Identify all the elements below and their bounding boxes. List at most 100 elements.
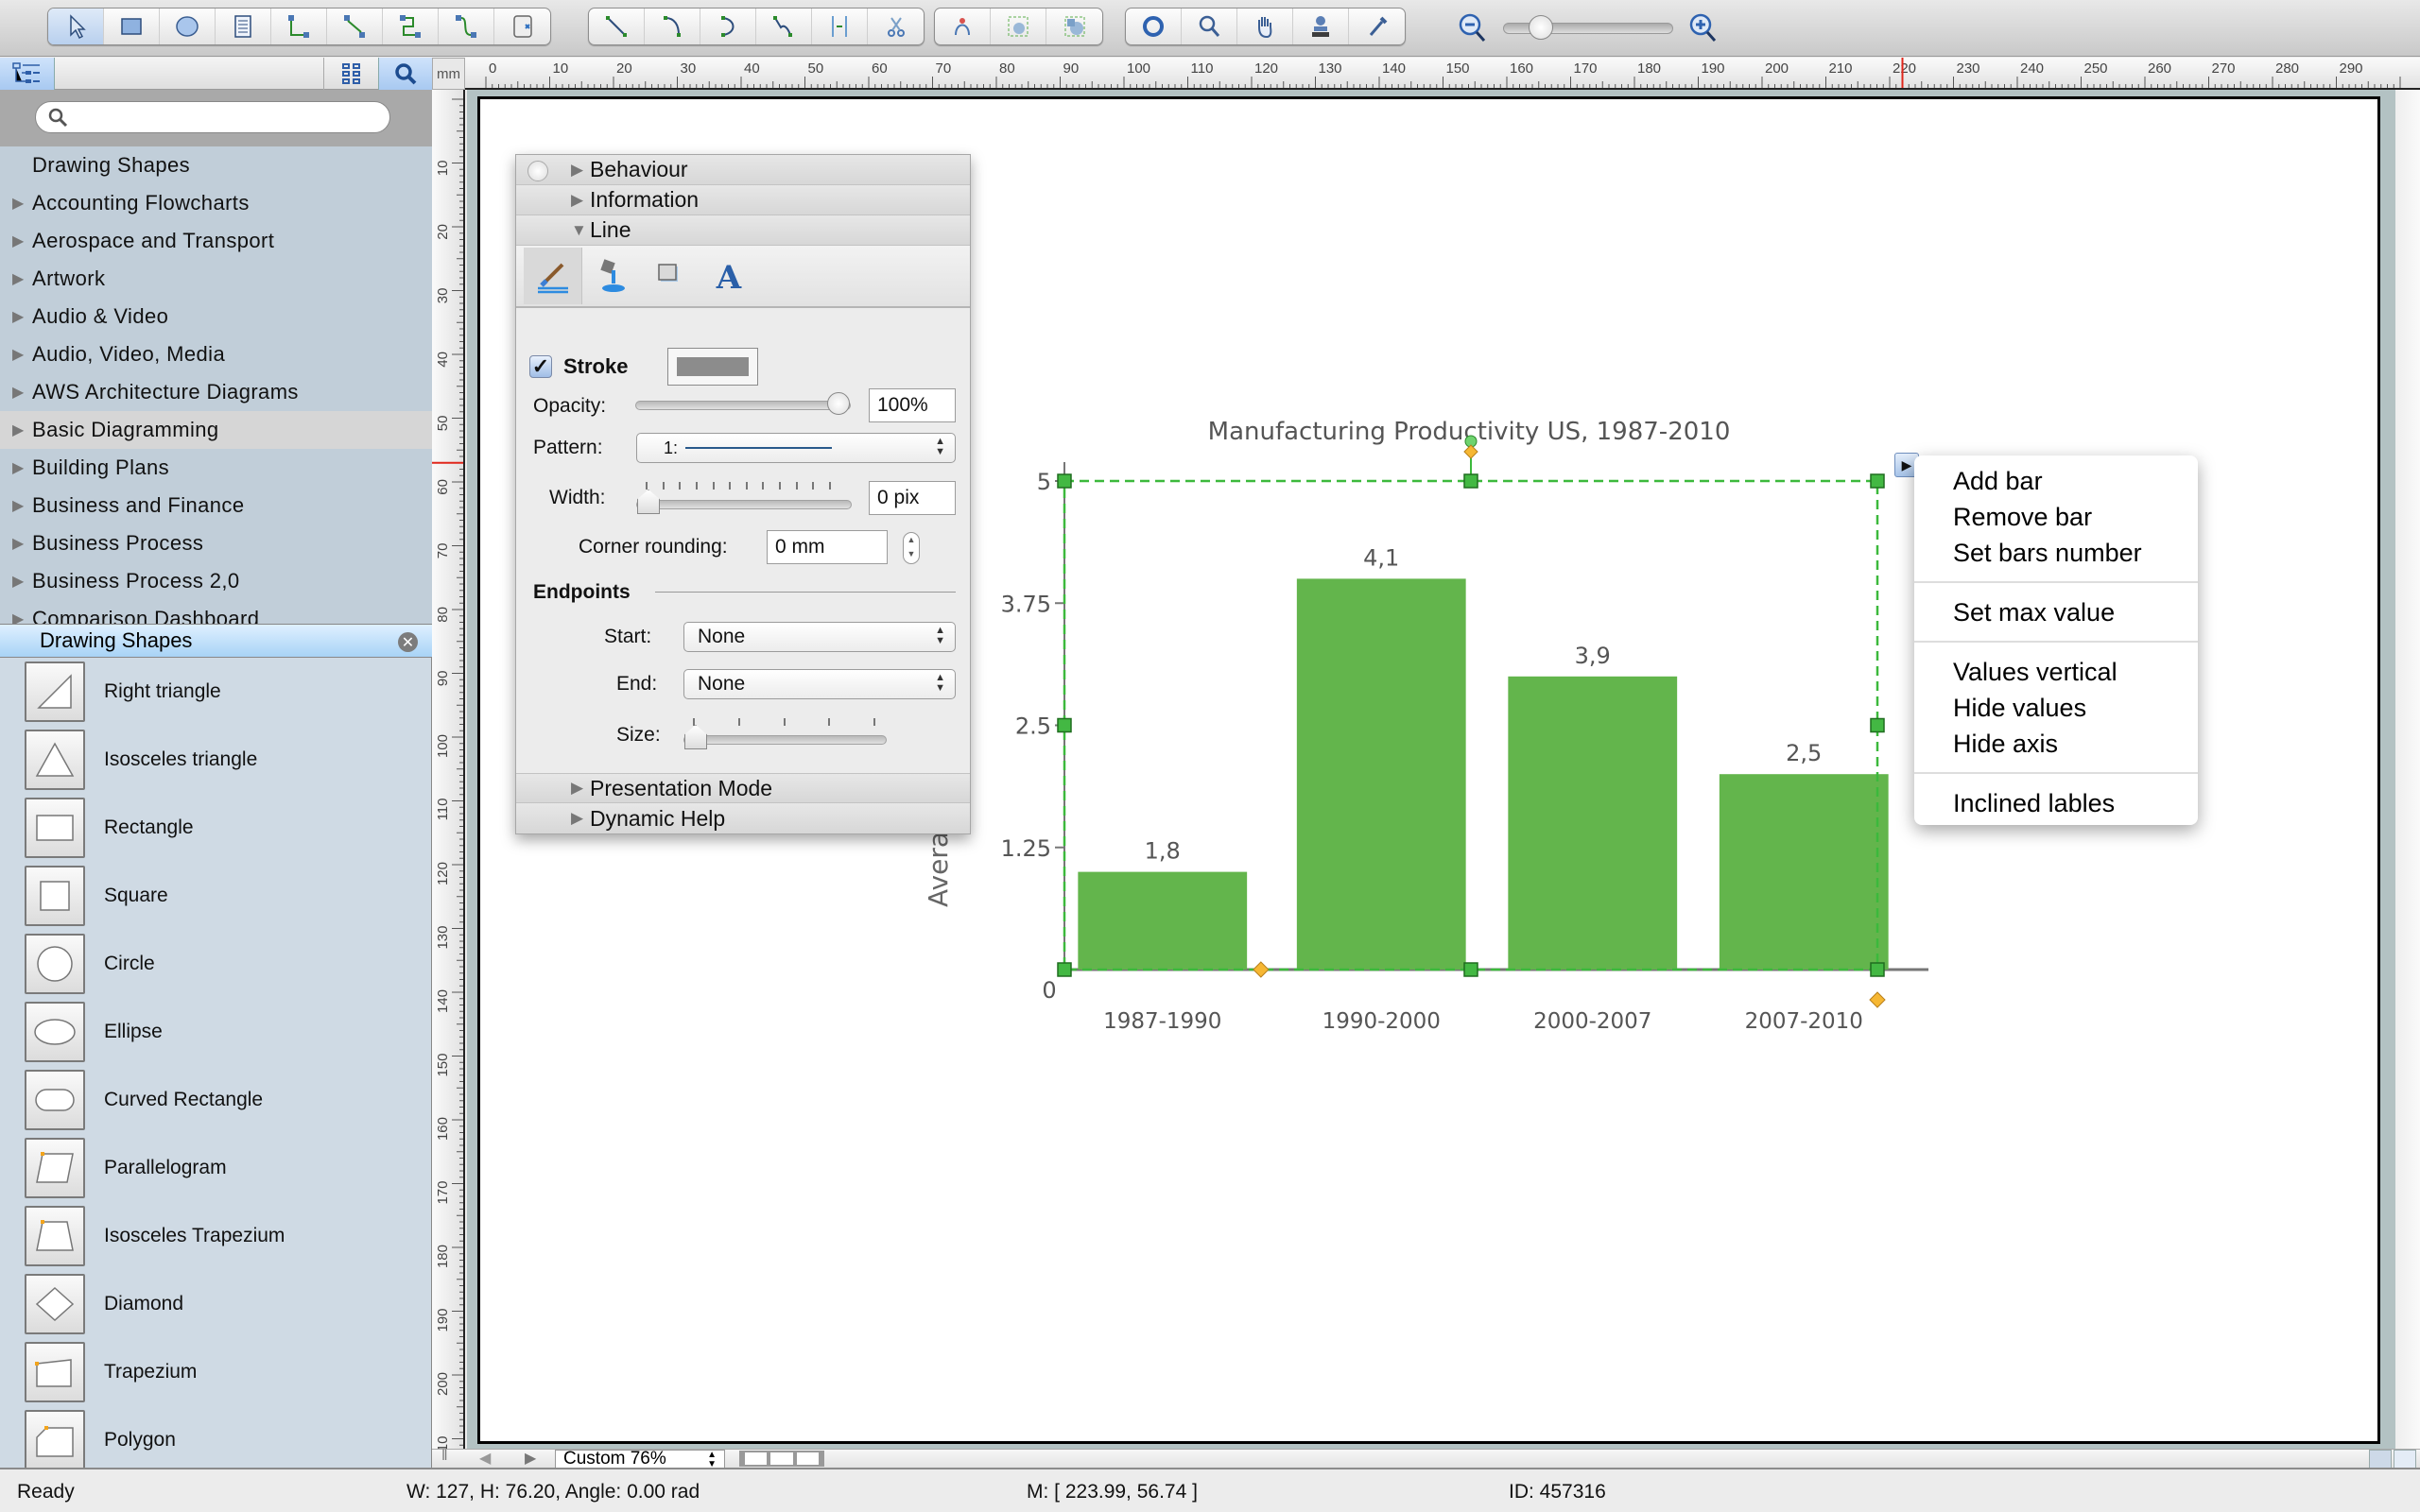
end-endpoint-select[interactable]: None ▲ ▼ bbox=[683, 669, 956, 699]
isosceles-triangle-thumbnail[interactable] bbox=[25, 730, 85, 790]
shape-item[interactable]: Circle bbox=[0, 930, 431, 998]
zoom-in-button[interactable] bbox=[1686, 11, 1720, 45]
curve-tool[interactable] bbox=[756, 9, 812, 44]
tab-line-style[interactable] bbox=[524, 248, 582, 304]
close-library-button[interactable]: ✕ bbox=[398, 632, 418, 652]
shape-item[interactable]: Square bbox=[0, 862, 431, 930]
resize-handle[interactable] bbox=[1870, 473, 1885, 489]
library-search-field[interactable] bbox=[35, 101, 390, 133]
resize-handle[interactable] bbox=[1870, 962, 1885, 977]
shape-item[interactable]: Curved Rectangle bbox=[0, 1066, 431, 1134]
bar[interactable] bbox=[1078, 871, 1248, 970]
width-slider[interactable] bbox=[636, 490, 852, 514]
zoom-slider-knob[interactable] bbox=[1529, 15, 1554, 40]
split-handle-icon[interactable]: ‖ bbox=[441, 1448, 448, 1465]
section-line[interactable]: ▼ Line bbox=[516, 215, 970, 246]
library-grid-view-button[interactable] bbox=[323, 58, 378, 90]
resize-handle[interactable] bbox=[1463, 962, 1478, 977]
resize-handle[interactable] bbox=[1463, 473, 1478, 489]
isosceles-trapezium-thumbnail[interactable] bbox=[25, 1206, 85, 1266]
polygon-thumbnail[interactable] bbox=[25, 1410, 85, 1468]
rectangle-thumbnail[interactable] bbox=[25, 798, 85, 858]
library-item[interactable]: ▶ Accounting Flowcharts bbox=[0, 184, 432, 222]
library-item[interactable]: ▶ AWS Architecture Diagrams bbox=[0, 373, 432, 411]
tab-text[interactable]: A bbox=[700, 248, 758, 304]
arc-tool[interactable] bbox=[645, 9, 700, 44]
shape-item[interactable]: Polygon bbox=[0, 1406, 431, 1468]
connector-right-angle-tool[interactable] bbox=[271, 9, 327, 44]
library-search-input[interactable] bbox=[76, 106, 378, 129]
square-thumbnail[interactable] bbox=[25, 866, 85, 926]
width-slider-knob[interactable] bbox=[637, 490, 660, 514]
resize-handle[interactable] bbox=[1057, 473, 1072, 489]
trapezium-thumbnail[interactable] bbox=[25, 1342, 85, 1402]
tab-shadow[interactable] bbox=[641, 248, 700, 304]
page-layout-buttons[interactable] bbox=[739, 1451, 824, 1467]
zoom-lens-tool[interactable] bbox=[1182, 9, 1237, 44]
library-item[interactable]: ▶ Business and Finance bbox=[0, 487, 432, 524]
diamond-thumbnail[interactable] bbox=[25, 1274, 85, 1334]
menu-item-hide-axis[interactable]: Hide axis bbox=[1914, 726, 2198, 762]
library-item[interactable]: ▶ Basic Diagramming bbox=[0, 411, 432, 449]
library-item[interactable]: ▶ Building Plans bbox=[0, 449, 432, 487]
bar[interactable] bbox=[1296, 578, 1466, 970]
line-tool[interactable] bbox=[589, 9, 645, 44]
resize-handle[interactable] bbox=[1870, 717, 1885, 733]
rotate-tool[interactable] bbox=[1126, 9, 1182, 44]
shape-item[interactable]: Trapezium bbox=[0, 1338, 431, 1406]
corner-rounding-field[interactable]: 0 mm bbox=[767, 530, 888, 564]
vertical-scrollbar[interactable] bbox=[2395, 90, 2420, 1449]
library-search-button[interactable] bbox=[378, 58, 432, 90]
select-pointer-tool[interactable] bbox=[48, 9, 104, 44]
opacity-slider-knob[interactable] bbox=[827, 392, 850, 415]
round-cluster-tool[interactable] bbox=[1046, 9, 1102, 44]
fit-page-button[interactable] bbox=[2369, 1450, 2392, 1469]
chain-tool[interactable] bbox=[935, 9, 991, 44]
circle-thumbnail[interactable] bbox=[25, 934, 85, 994]
resize-handle[interactable] bbox=[1057, 962, 1072, 977]
shape-item[interactable]: Diamond bbox=[0, 1270, 431, 1338]
tree-tool[interactable] bbox=[991, 9, 1046, 44]
right-triangle-thumbnail[interactable] bbox=[25, 662, 85, 722]
page-prev-button[interactable]: ◀ bbox=[479, 1449, 491, 1468]
ellipse-thumbnail[interactable] bbox=[25, 1002, 85, 1062]
menu-item-remove-bar[interactable]: Remove bar bbox=[1914, 499, 2198, 535]
rectangle-tool[interactable] bbox=[104, 9, 160, 44]
corner-rounding-stepper[interactable]: ▲ ▼ bbox=[903, 532, 920, 564]
section-behaviour[interactable]: ▶ Behaviour bbox=[516, 155, 970, 185]
library-item[interactable]: ▶ Comparison Dashboard bbox=[0, 600, 432, 624]
shape-item[interactable]: Ellipse bbox=[0, 998, 431, 1066]
menu-item-set-max-value[interactable]: Set max value bbox=[1914, 594, 2198, 630]
library-item[interactable]: ▶ Business Process bbox=[0, 524, 432, 562]
library-item[interactable]: ▶ Audio & Video bbox=[0, 298, 432, 335]
menu-item-values-vertical[interactable]: Values vertical bbox=[1914, 654, 2198, 690]
menu-item-set-bars-number[interactable]: Set bars number bbox=[1914, 535, 2198, 571]
opacity-field[interactable]: 100% bbox=[869, 388, 956, 422]
library-item[interactable]: ▶ Business Process 2,0 bbox=[0, 562, 432, 600]
connector-direct-tool[interactable] bbox=[327, 9, 383, 44]
start-endpoint-select[interactable]: None ▲ ▼ bbox=[683, 622, 956, 652]
pan-hand-tool[interactable] bbox=[1237, 9, 1293, 44]
eyedropper-tool[interactable] bbox=[1349, 9, 1405, 44]
open-library-header[interactable]: Drawing Shapes ✕ bbox=[0, 624, 432, 658]
page-next-button[interactable]: ▶ bbox=[525, 1449, 536, 1468]
pattern-select[interactable]: 1: ▲ ▼ bbox=[636, 433, 956, 463]
size-slider[interactable] bbox=[683, 725, 887, 749]
menu-item-hide-values[interactable]: Hide values bbox=[1914, 690, 2198, 726]
shape-item[interactable]: Rectangle bbox=[0, 794, 431, 862]
ellipse-tool[interactable] bbox=[160, 9, 216, 44]
shape-item[interactable]: Isosceles triangle bbox=[0, 726, 431, 794]
library-item[interactable]: ▶ Artwork bbox=[0, 260, 432, 298]
curved-rectangle-thumbnail[interactable] bbox=[25, 1070, 85, 1130]
shape-item[interactable]: Right triangle bbox=[0, 658, 431, 726]
connector-smart-tool[interactable] bbox=[383, 9, 439, 44]
zoom-slider[interactable] bbox=[1503, 15, 1673, 40]
zoom-out-button[interactable] bbox=[1456, 11, 1490, 45]
library-tree-view-button[interactable] bbox=[0, 58, 55, 90]
text-block-tool[interactable] bbox=[216, 9, 271, 44]
shape-item[interactable]: Parallelogram bbox=[0, 1134, 431, 1202]
size-slider-knob[interactable] bbox=[684, 725, 707, 749]
library-item[interactable]: Drawing Shapes bbox=[0, 146, 432, 184]
section-presentation-mode[interactable]: ▶ Presentation Mode bbox=[516, 773, 970, 803]
section-information[interactable]: ▶ Information bbox=[516, 185, 970, 215]
